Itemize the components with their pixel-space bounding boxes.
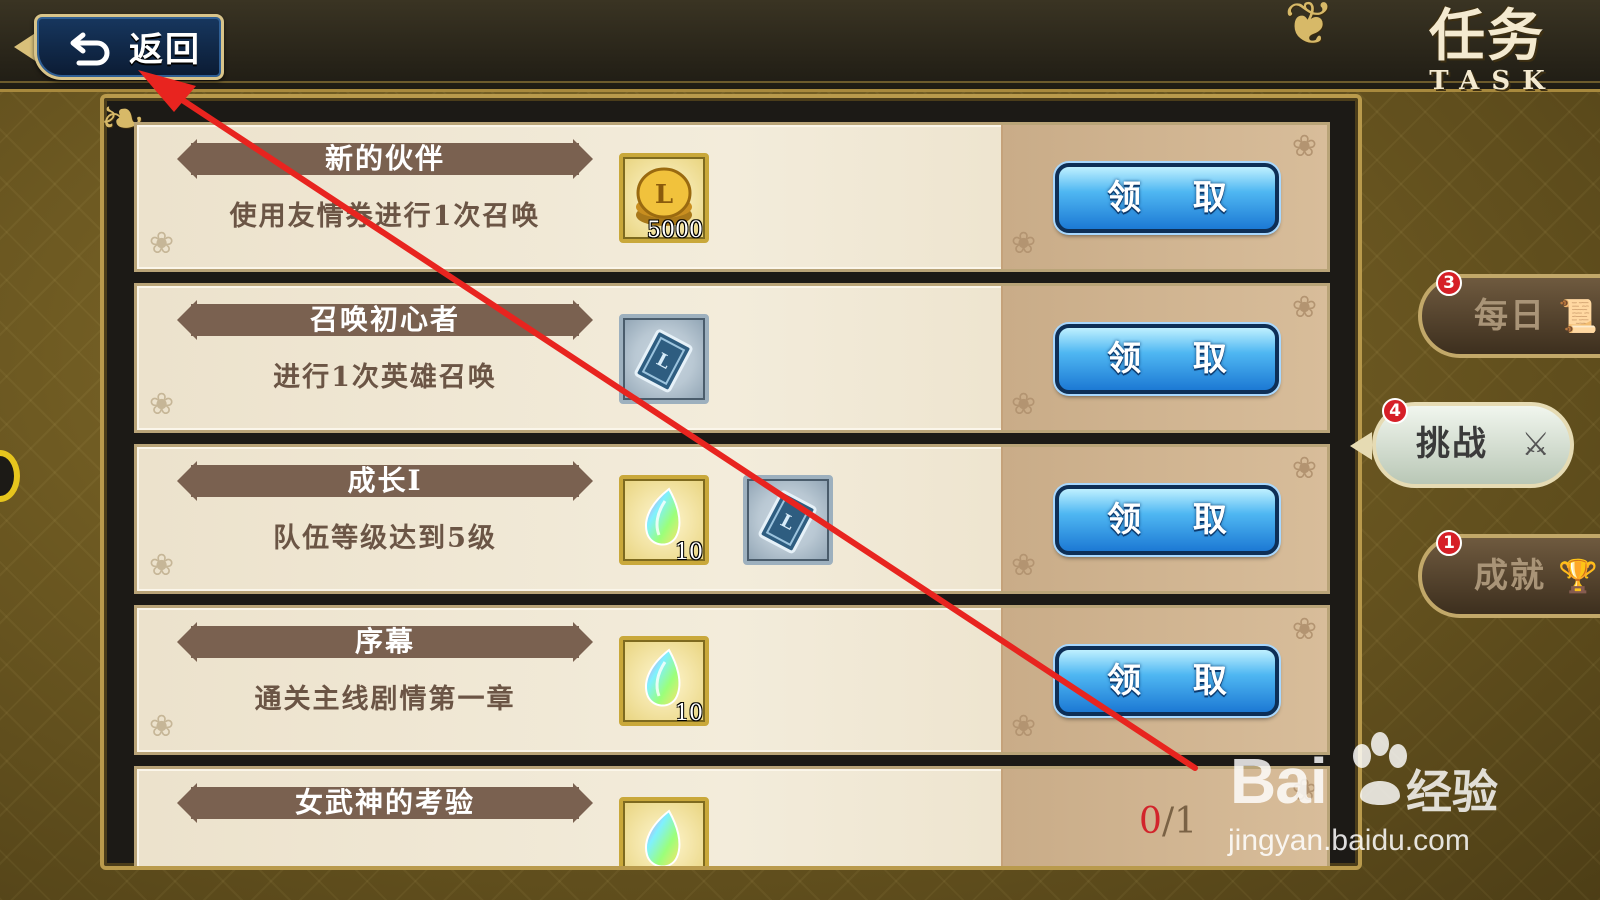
task-title: 成长I <box>347 464 423 497</box>
page-title: 任务 TASK <box>1402 4 1572 104</box>
task-title: 新的伙伴 <box>324 142 445 175</box>
top-bar <box>0 0 1600 92</box>
claim-button-label: 领 取 <box>1107 500 1247 540</box>
claim-zone: ❀ ❀ 领 取 <box>1001 286 1327 430</box>
swirl-ornament-icon: ❀ <box>1011 709 1037 744</box>
watermark-url: jingyan.baidu.com <box>1228 824 1470 857</box>
claim-button-label: 领 取 <box>1107 178 1247 218</box>
task-title: 女武神的考验 <box>294 786 475 819</box>
swirl-ornament-icon: ❀ <box>149 548 175 583</box>
task-row: ❀ 新的伙伴 使用友情券进行1次召唤 L 5000 ❀ ❀ 领 取 <box>134 122 1330 272</box>
task-row: ❀ 序幕 通关主线剧情第一章 10 ❀ ❀ 领 取 <box>134 605 1330 755</box>
claim-zone: ❀ ❀ 领 取 <box>1001 447 1327 591</box>
claim-button-label: 领 取 <box>1107 661 1247 701</box>
progress-current: 0 <box>1139 801 1162 842</box>
reward-rainbow-crystal[interactable]: 10 <box>619 475 709 565</box>
title-cn: 任务 <box>1429 3 1545 69</box>
claim-button[interactable]: 领 取 <box>1055 324 1279 394</box>
reward-quantity: 10 <box>675 540 703 565</box>
tab-label: 成就 <box>1474 556 1546 596</box>
rainbow-crystal-icon <box>645 809 681 866</box>
back-button-body[interactable]: 返回 <box>34 14 224 80</box>
notification-badge: 4 <box>1382 398 1408 424</box>
tab-label: 每日 <box>1474 296 1546 336</box>
progress-separator: / <box>1161 801 1175 842</box>
claim-zone: ❀ ❀ 领 取 <box>1001 125 1327 269</box>
trophy-icon: 🏆 <box>1558 557 1598 595</box>
back-button[interactable]: 返回 <box>14 12 224 82</box>
watermark-suffix: 经验 <box>1406 766 1498 818</box>
reward-quantity: 5000 <box>647 218 703 243</box>
reward-summon-ticket[interactable]: L <box>743 475 833 565</box>
left-edge-knob[interactable] <box>0 450 20 502</box>
task-description: 使用友情券进行1次召唤 <box>229 201 541 232</box>
task-row: 女武神的考验 ❀ 0/1 <box>134 766 1330 866</box>
task-title: 召唤初心者 <box>309 303 460 336</box>
swirl-ornament-icon: ❀ <box>1291 290 1317 325</box>
paw-logo-icon <box>1353 732 1407 805</box>
scroll-icon: 📜 <box>1558 297 1598 335</box>
swirl-ornament-icon: ❀ <box>1011 548 1037 583</box>
reward-gold-coin[interactable]: L 5000 <box>619 153 709 243</box>
tab-label: 挑战 <box>1416 424 1488 464</box>
swirl-ornament-icon: ❀ <box>1291 129 1317 164</box>
crossed-swords-icon: ⚔ <box>1521 425 1550 463</box>
swirl-ornament-icon: ❀ <box>149 226 175 261</box>
watermark-brand: Bai <box>1230 745 1328 817</box>
swirl-ornament-icon: ❀ <box>1291 451 1317 486</box>
task-description: 通关主线剧情第一章 <box>254 684 516 715</box>
task-screen: 返回 ❦ 任务 TASK ❧ ❀ 新的伙伴 使用友情券进行1次召唤 L 5000… <box>0 0 1600 900</box>
swirl-ornament-icon: ❀ <box>1291 612 1317 647</box>
baidu-watermark: Bai 经验 jingyan.baidu.com <box>1228 730 1550 870</box>
notification-badge: 1 <box>1436 530 1462 556</box>
active-tab-pointer <box>1350 432 1372 460</box>
swirl-ornament-icon: ❀ <box>149 709 175 744</box>
reward-summon-ticket[interactable]: L <box>619 314 709 404</box>
swirl-ornament-icon: ❀ <box>149 387 175 422</box>
summon-ticket-icon: L <box>758 490 818 554</box>
task-title-banner: 女武神的考验 <box>177 783 593 823</box>
task-title-banner: 序幕 <box>177 622 593 662</box>
task-title-banner: 成长I <box>177 461 593 501</box>
task-title-banner: 新的伙伴 <box>177 139 593 179</box>
back-label: 返回 <box>129 30 201 70</box>
return-icon <box>70 32 110 66</box>
task-progress: 0/1 <box>1139 801 1197 842</box>
reward-rainbow-crystal[interactable] <box>619 797 709 866</box>
reward-quantity: 10 <box>675 701 703 726</box>
tab-achievement[interactable]: 1 成就 🏆 <box>1418 530 1600 618</box>
title-en: TASK <box>1429 66 1557 96</box>
progress-total: 1 <box>1174 801 1197 842</box>
notification-badge: 3 <box>1436 270 1462 296</box>
claim-button-label: 领 取 <box>1107 339 1247 379</box>
summon-ticket-icon: L <box>634 329 694 393</box>
claim-button[interactable]: 领 取 <box>1055 485 1279 555</box>
task-description: 进行1次英雄召唤 <box>273 362 497 393</box>
task-row: ❀ 召唤初心者 进行1次英雄召唤 L ❀ ❀ 领 取 <box>134 283 1330 433</box>
task-description: 队伍等级达到5级 <box>273 523 497 554</box>
task-title-banner: 召唤初心者 <box>177 300 593 340</box>
reward-rainbow-crystal[interactable]: 10 <box>619 636 709 726</box>
task-list[interactable]: ❧ ❀ 新的伙伴 使用友情券进行1次召唤 L 5000 ❀ ❀ 领 取 ❀ 召唤… <box>100 94 1362 870</box>
claim-button[interactable]: 领 取 <box>1055 163 1279 233</box>
tab-challenge[interactable]: 4 挑战 ⚔ <box>1350 398 1574 488</box>
corner-ornament-icon: ❦ <box>1284 0 1335 59</box>
swirl-ornament-icon: ❀ <box>1011 387 1037 422</box>
svg-text:L: L <box>655 180 673 210</box>
claim-button[interactable]: 领 取 <box>1055 646 1279 716</box>
swirl-ornament-icon: ❀ <box>1011 226 1037 261</box>
task-title: 序幕 <box>354 625 415 658</box>
tab-daily[interactable]: 3 每日 📜 <box>1418 270 1600 358</box>
task-row: ❀ 成长I 队伍等级达到5级 10 L ❀ ❀ 领 取 <box>134 444 1330 594</box>
